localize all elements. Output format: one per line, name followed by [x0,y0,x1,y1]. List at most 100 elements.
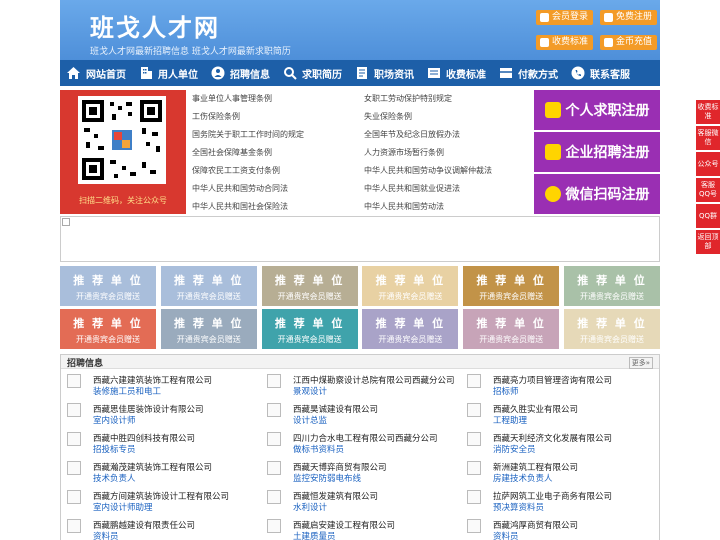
job-item: 西藏六建建筑装饰工程有限公司 装修施工员和电工 [61,371,257,397]
company-logo[interactable] [467,519,481,533]
policy-link[interactable]: 国务院关于职工工作时间的规定 [192,129,304,140]
job-title[interactable]: 技术负责人 [93,472,136,484]
register-button[interactable]: 免费注册 [600,10,658,25]
job-title[interactable]: 室内设计师助理 [93,501,153,513]
policy-link[interactable]: 失业保险条例 [364,111,412,122]
company-logo[interactable] [267,461,281,475]
policy-link[interactable]: 中华人民共和国就业促进法 [364,183,460,194]
recommended-tile[interactable]: 推 荐 单 位开通贵宾会员赠送 [362,309,459,349]
side-wechat-service[interactable]: 客服微信 [696,126,720,150]
policy-link[interactable]: 中华人民共和国劳动合同法 [192,183,288,194]
page: 班戈人才网 班戈人才网最新招聘信息 班戈人才网最新求职简历 会员登录 免费注册 … [60,0,660,540]
nav-news[interactable]: 职场资讯 [348,60,420,86]
grid-icon [498,66,513,80]
policy-link[interactable]: 女职工劳动保护特别规定 [364,93,452,104]
nav-resumes[interactable]: 求职简历 [276,60,348,86]
recommended-tile[interactable]: 推 荐 单 位开通贵宾会员赠送 [563,309,660,349]
job-item: 西藏久胜实业有限公司 工程助理 [461,400,657,426]
job-title[interactable]: 做标书资料员 [293,443,344,455]
policy-link[interactable]: 全国社会保障基金条例 [192,147,272,158]
nav-payment[interactable]: 付款方式 [492,60,564,86]
site-logo[interactable]: 班戈人才网 [90,8,220,43]
job-title[interactable]: 资料员 [93,530,119,540]
job-title[interactable]: 预决算资料员 [493,501,544,513]
recommended-tile[interactable]: 推 荐 单 位开通贵宾会员赠送 [362,266,459,306]
ad-banner[interactable] [60,216,660,262]
company-logo[interactable] [67,403,81,417]
policy-link[interactable]: 事业单位人事管理条例 [192,93,272,104]
job-item: 西藏亮力项目管理咨询有限公司 招标师 [461,371,657,397]
job-title[interactable]: 消防安全员 [493,443,536,455]
policy-link[interactable]: 人力资源市场暂行条例 [364,147,444,158]
recharge-button[interactable]: 金币充值 [600,35,658,50]
company-logo[interactable] [267,403,281,417]
recommended-tile[interactable]: 推 荐 单 位开通贵宾会员赠送 [261,266,358,306]
job-title[interactable]: 房建技术负责人 [493,472,553,484]
policy-link[interactable]: 中华人民共和国社会保险法 [192,201,288,212]
company-logo[interactable] [267,432,281,446]
job-title[interactable]: 工程助理 [493,414,527,426]
fee-standard-button[interactable]: 收费标准 [536,35,594,50]
side-qq-group[interactable]: QQ群 [696,204,720,228]
recommended-tile[interactable]: 推 荐 单 位开通贵宾会员赠送 [60,309,156,349]
personal-register-button[interactable]: 个人求职注册 [534,90,660,130]
nav-employers[interactable]: 用人单位 [132,60,204,86]
job-title[interactable]: 土建质量员 [293,530,336,540]
side-back-to-top[interactable]: 返回顶部 [696,230,720,254]
policy-link[interactable]: 工伤保险条例 [192,111,240,122]
recommended-tile[interactable]: 推 荐 单 位开通贵宾会员赠送 [160,309,257,349]
wechat-icon [544,186,561,202]
job-title[interactable]: 招投标专员 [93,443,136,455]
recommended-tile[interactable]: 推 荐 单 位开通贵宾会员赠送 [563,266,660,306]
job-title[interactable]: 招标师 [493,385,519,397]
company-logo[interactable] [67,519,81,533]
side-official-account[interactable]: 公众号 [696,152,720,176]
company-logo[interactable] [467,490,481,504]
job-item: 西藏思佳居装饰设计有限公司 室内设计师 [61,400,257,426]
job-title[interactable]: 资料员 [493,530,519,540]
company-logo[interactable] [467,432,481,446]
coin-icon [604,38,613,47]
job-title[interactable]: 景观设计 [293,385,327,397]
company-logo[interactable] [67,374,81,388]
job-item: 西藏恒发建筑有限公司 水利设计 [261,487,457,513]
job-item: 拉萨网筑工业电子商务有限公司 预决算资料员 [461,487,657,513]
nav-home[interactable]: 网站首页 [60,60,132,86]
company-logo[interactable] [267,490,281,504]
company-logo[interactable] [467,403,481,417]
company-logo[interactable] [67,432,81,446]
job-title[interactable]: 室内设计师 [93,414,136,426]
policy-link[interactable]: 中华人民共和国劳动争议调解仲裁法 [364,165,492,176]
company-logo[interactable] [67,461,81,475]
recommended-tile[interactable]: 推 荐 单 位开通贵宾会员赠送 [60,266,156,306]
company-logo[interactable] [267,519,281,533]
job-title[interactable]: 装修施工员和电工 [93,385,161,397]
side-fee-standard[interactable]: 收费标准 [696,100,720,124]
policy-link[interactable]: 全国年节及纪念日放假办法 [364,129,460,140]
nav-contact[interactable]: 联系客服 [564,60,636,86]
more-link[interactable]: 更多» [628,357,653,369]
company-logo[interactable] [467,374,481,388]
policy-link[interactable]: 中华人民共和国劳动法 [364,201,444,212]
job-listings-header: 招聘信息 更多» [61,355,659,369]
job-item: 西藏昊诚建设有限公司 设计总监 [261,400,457,426]
company-logo[interactable] [467,461,481,475]
nav-fees[interactable]: 收费标准 [420,60,492,86]
recommended-tile[interactable]: 推 荐 单 位开通贵宾会员赠送 [463,266,560,306]
login-button[interactable]: 会员登录 [536,10,594,25]
company-register-button[interactable]: 企业招聘注册 [534,132,660,172]
job-title[interactable]: 水利设计 [293,501,327,513]
job-title[interactable]: 设计总监 [293,414,327,426]
right-float-bar: 收费标准 客服微信 公众号 客服QQ号 QQ群 返回顶部 [692,100,720,256]
company-logo[interactable] [267,374,281,388]
job-title[interactable]: 监控安防弱电布线 [293,472,361,484]
side-qq-service[interactable]: 客服QQ号 [696,178,720,202]
recommended-tile[interactable]: 推 荐 单 位开通贵宾会员赠送 [261,309,358,349]
company-logo[interactable] [67,490,81,504]
recommended-tile[interactable]: 推 荐 单 位开通贵宾会员赠送 [463,309,560,349]
nav-jobs[interactable]: 招聘信息 [204,60,276,86]
policy-link[interactable]: 保障农民工工资支付条例 [192,165,280,176]
wechat-register-button[interactable]: 微信扫码注册 [534,174,660,214]
job-item: 江西中煤勘察设计总院有限公司西藏分公司 景观设计 [261,371,457,397]
recommended-tile[interactable]: 推 荐 单 位开通贵宾会员赠送 [160,266,257,306]
